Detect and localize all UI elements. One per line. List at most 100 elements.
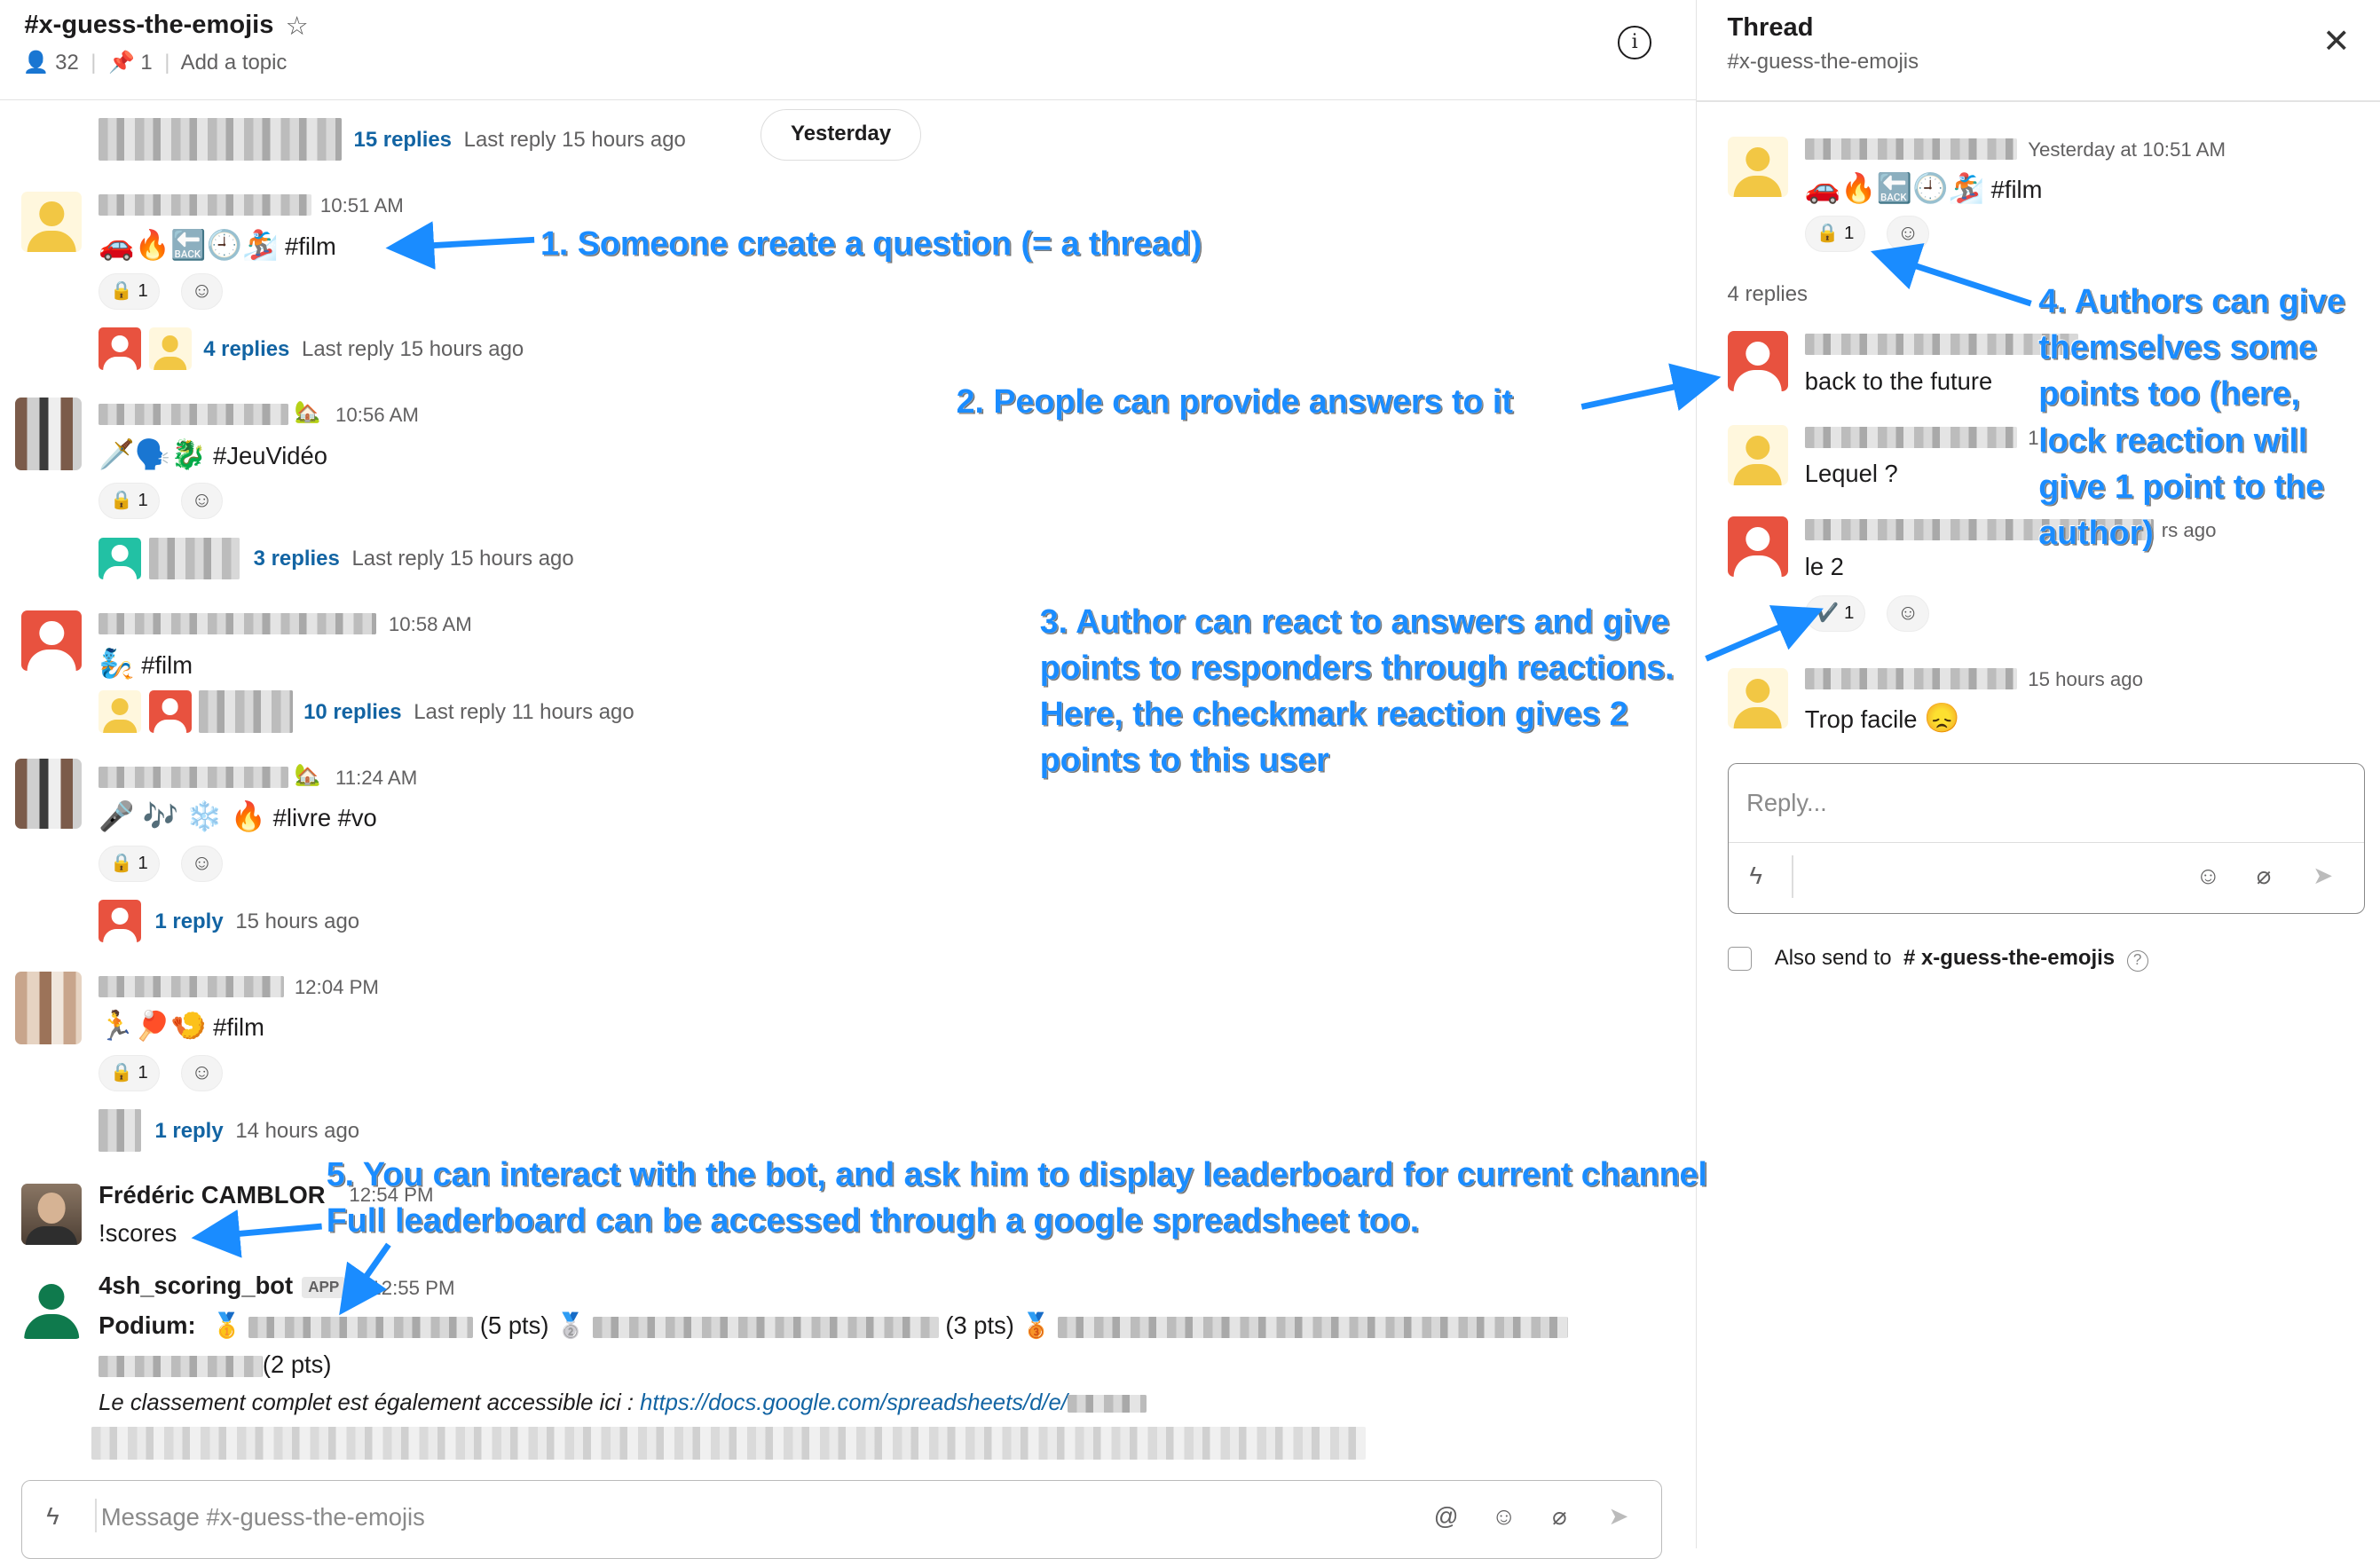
timestamp[interactable]: 12:04 PM [295,976,379,999]
date-divider[interactable]: Yesterday [760,109,922,161]
info-icon[interactable]: i [1618,26,1652,59]
spreadsheet-link[interactable]: https://docs.google.com/spreadsheets/d/e… [640,1390,1068,1415]
message-input[interactable]: Message #x-guess-the-emojis [101,1503,425,1531]
pin-count[interactable]: 1 [140,51,152,75]
reply-avatar [99,900,142,943]
medal-gold-icon: 🥇 [211,1311,242,1339]
reply-text: back to the future [1804,366,1993,395]
timestamp[interactable]: 10:58 AM [389,613,472,636]
username-blurred[interactable] [99,613,377,634]
lock-reaction[interactable]: 🔒 1 [99,1054,160,1091]
avatar[interactable] [20,610,83,672]
reply-count: 4 replies [1727,282,1809,307]
bot-username[interactable]: 4sh_scoring_bot APP [99,1272,346,1300]
reply-avatar [148,690,192,734]
username-blurred[interactable] [99,403,288,425]
avatar[interactable] [15,759,83,829]
timestamp[interactable]: 12:55 PM [370,1277,454,1300]
lock-icon: 🔒 [110,280,133,301]
reply-input[interactable]: Reply... [1746,789,1827,817]
reply-avatars [199,690,294,734]
thread-channel[interactable]: #x-guess-the-emojis [1728,50,1919,75]
timestamp[interactable]: 15 hours ago [2028,668,2143,691]
arrow-2 [1580,363,1722,411]
lock-icon: 🔒 [1816,222,1840,243]
avatar[interactable] [1727,136,1788,198]
username-blurred[interactable] [1804,426,2018,448]
also-send-checkbox[interactable] [1727,946,1752,971]
timestamp-fragment[interactable]: 1 [2028,427,2038,450]
avatar[interactable] [15,971,83,1044]
timestamp[interactable]: Yesterday at 10:51 AM [2028,138,2226,161]
reply-text: Trop facile 😞 [1804,702,1960,735]
timestamp[interactable]: 11:24 AM [335,767,417,790]
arrow-3 [1705,605,1824,662]
attachment-icon[interactable]: ⌀ [2257,862,2271,890]
thread-replies-link[interactable]: 4 replies Last reply 15 hours ago [203,337,524,362]
username-blurred[interactable] [99,193,311,216]
close-icon[interactable]: ✕ [2322,21,2351,60]
at-icon[interactable]: @ [1434,1502,1459,1531]
link-continuation[interactable] [91,1426,1367,1461]
lock-reaction[interactable]: 🔒 1 [99,272,160,310]
annotation-5: 5. You can interact with the bot, and as… [326,1154,1707,1239]
attachment-icon[interactable]: ⌀ [1552,1502,1566,1531]
emoji-icon[interactable]: ☺ [2195,862,2220,890]
username-blurred[interactable] [1804,138,2018,160]
lightning-icon[interactable]: ϟ [46,1502,59,1531]
emoji-icon[interactable]: ☺ [1492,1502,1517,1531]
thread-replies-link[interactable]: 10 replies Last reply 11 hours ago [303,700,634,725]
avatar[interactable] [20,1184,83,1245]
podium-line: Podium: 🥇 (5 pts) 🥈 (3 pts) 🥉 [99,1311,1568,1340]
thread-replies-link[interactable]: 3 replies Last reply 15 hours ago [254,547,574,571]
add-reaction-icon[interactable]: ☺ [180,272,224,310]
username-blurred[interactable] [99,975,284,997]
arrow-4 [1871,243,2032,307]
lock-reaction[interactable]: 🔒 1 [99,845,160,882]
add-reaction-icon[interactable]: ☺ [180,845,224,882]
avatar[interactable] [15,398,83,471]
send-icon[interactable]: ➤ [2313,862,2333,890]
annotation-2: 2. People can provide answers to it [956,382,1513,420]
message-composer[interactable]: ϟ Message #x-guess-the-emojis @ ☺ ⌀ ➤ [20,1479,1662,1559]
username-blurred[interactable] [1804,667,2018,689]
star-icon[interactable]: ☆ [286,11,309,42]
add-reaction-icon[interactable]: ☺ [180,482,224,519]
username-blurred[interactable] [99,766,288,788]
message-text: 🎤 🎶 ❄️ 🔥 #livre #vo [99,800,377,833]
status-emoji: 🏡 [294,762,321,787]
avatar[interactable] [1727,516,1788,577]
username[interactable]: Frédéric CAMBLOR [99,1181,325,1209]
avatar[interactable] [1727,330,1788,392]
reply-avatars [148,537,240,580]
reply-composer[interactable]: Reply... ϟ ☺ ⌀ ➤ [1727,763,2365,914]
add-reaction-icon[interactable]: ☺ [1887,594,1930,632]
also-send-row: Also send to # x-guess-the-emojis ? [1727,946,2148,972]
lock-reaction[interactable]: 🔒 1 [1804,215,1866,252]
channel-title[interactable]: #x-guess-the-emojis [24,11,273,40]
avatar[interactable] [20,191,83,252]
help-icon[interactable]: ? [2126,949,2148,972]
lock-reaction[interactable]: 🔒 1 [99,482,160,519]
bot-avatar[interactable] [20,1278,83,1339]
thread-replies-link[interactable]: 1 reply 14 hours ago [154,1119,359,1144]
message-text: 🚗🔥🔙🕘🏂 #film [99,228,336,261]
timestamp[interactable]: 10:56 AM [335,404,419,427]
thread-title: Thread [1727,13,1814,43]
lock-icon: 🔒 [110,852,133,873]
checkmark-reaction[interactable]: ✔️ 1 [1804,594,1866,632]
lightning-icon[interactable]: ϟ [1749,862,1761,890]
timestamp[interactable]: 10:51 AM [320,194,404,217]
add-reaction-icon[interactable]: ☺ [1887,215,1930,252]
thread-replies-link[interactable]: 15 replies Last reply 15 hours ago [354,128,686,153]
avatar[interactable] [1727,667,1788,729]
avatar[interactable] [1727,424,1788,486]
member-count[interactable]: 32 [55,51,79,75]
add-reaction-icon[interactable]: ☺ [180,1054,224,1091]
thread-replies-link[interactable]: 1 reply 15 hours ago [154,909,359,934]
status-emoji: 🏡 [294,399,321,424]
reply-avatar [99,537,142,580]
send-icon[interactable]: ➤ [1608,1502,1628,1531]
username-blurred[interactable] [1804,334,2078,356]
add-topic-link[interactable]: Add a topic [181,51,288,75]
